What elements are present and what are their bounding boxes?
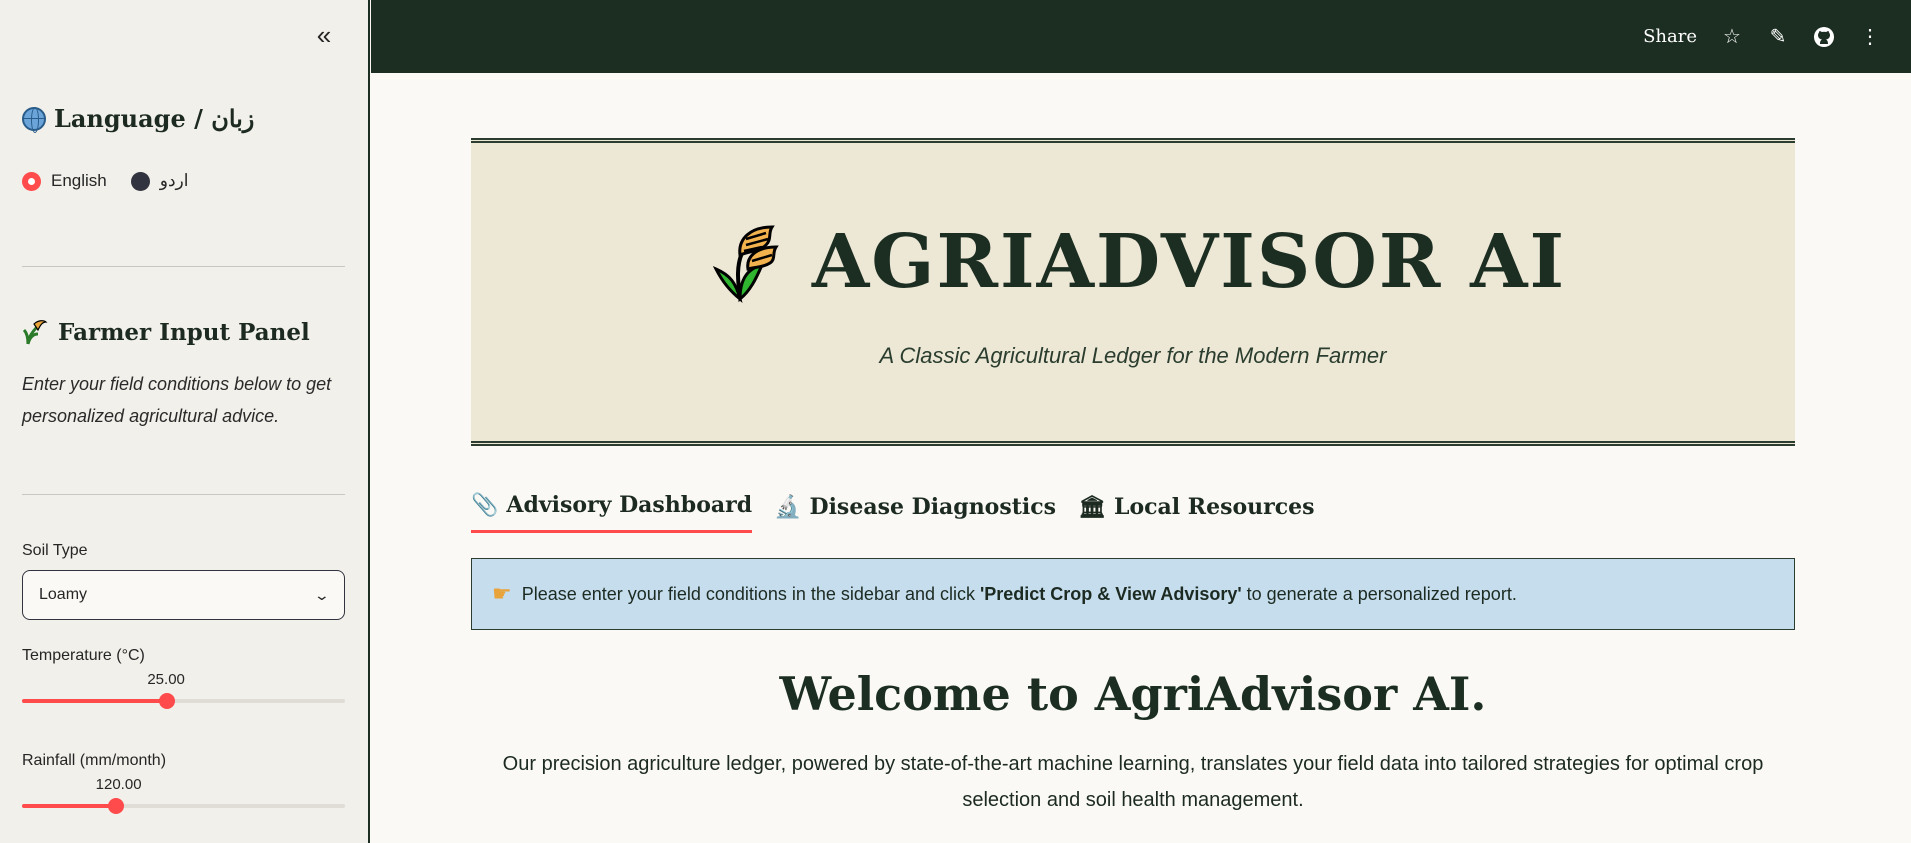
tab-local-resources[interactable]: 🏛 Local Resources xyxy=(1078,492,1314,533)
info-alert-text: Please enter your field conditions in th… xyxy=(522,584,1517,605)
pin-icon: 📎 xyxy=(471,492,499,518)
info-alert: ☛ Please enter your field conditions in … xyxy=(471,558,1795,630)
rainfall-slider-value: 120.00 xyxy=(95,776,142,793)
farmer-panel-description: Enter your field conditions below to get… xyxy=(22,374,332,426)
soil-type-value: Loamy xyxy=(39,586,88,603)
globe-icon xyxy=(22,106,46,133)
temperature-slider-fill xyxy=(22,699,168,703)
farmer-panel-heading: Farmer Input Panel xyxy=(22,318,310,346)
radio-english-label: English xyxy=(51,171,107,190)
radio-selected-indicator[interactable] xyxy=(22,171,41,191)
hero-title-row: AGRIADVISOR AI xyxy=(471,219,1795,305)
language-radio-group: English اردو xyxy=(22,171,188,191)
radio-urdu[interactable]: اردو xyxy=(130,171,189,191)
rainfall-slider-fill xyxy=(22,804,116,808)
sidebar-divider xyxy=(22,494,345,495)
wheat-icon xyxy=(712,225,779,303)
radio-unselected-indicator[interactable] xyxy=(130,171,150,191)
language-heading-label: Language / زبان xyxy=(54,104,255,133)
star-icon[interactable]: ☆ xyxy=(1721,26,1743,48)
hero-title: AGRIADVISOR AI xyxy=(811,219,1567,305)
bank-icon: 🏛 xyxy=(1078,493,1106,520)
pencil-icon[interactable]: ✎ xyxy=(1767,26,1789,48)
language-heading: Language / زبان xyxy=(22,104,254,133)
tab-advisory-dashboard[interactable]: 📎 Advisory Dashboard xyxy=(471,492,753,533)
temperature-slider[interactable] xyxy=(22,693,345,709)
tab-disease-diagnostics-label: Disease Diagnostics xyxy=(809,493,1057,520)
radio-urdu-label: اردو xyxy=(159,171,189,190)
collapse-sidebar-button[interactable]: « xyxy=(310,22,338,50)
tab-disease-diagnostics[interactable]: 🔬 Disease Diagnostics xyxy=(774,492,1056,533)
info-text-bold: 'Predict Crop & View Advisory' xyxy=(980,583,1242,604)
top-bar-actions: Share ☆ ✎ ⋮ xyxy=(1643,0,1881,73)
hero-banner: AGRIADVISOR AI A Classic Agricultural Le… xyxy=(471,138,1795,446)
sidebar-divider xyxy=(22,266,345,267)
top-bar: Share ☆ ✎ ⋮ xyxy=(371,0,1911,73)
tab-advisory-dashboard-label: Advisory Dashboard xyxy=(506,492,753,518)
chevron-down-icon: ⌄ xyxy=(313,586,331,603)
info-text-suffix: to generate a personalized report. xyxy=(1241,583,1517,604)
temperature-label: Temperature (°C) xyxy=(22,647,145,664)
welcome-heading: Welcome to AgriAdvisor AI. xyxy=(779,667,1487,721)
github-icon[interactable] xyxy=(1813,26,1835,48)
hero-subtitle: A Classic Agricultural Ledger for the Mo… xyxy=(879,343,1387,368)
pointing-hand-icon: ☛ xyxy=(492,581,512,606)
tab-local-resources-label: Local Resources xyxy=(1113,493,1315,520)
wheat-icon xyxy=(22,320,48,345)
temperature-slider-thumb[interactable] xyxy=(159,693,176,709)
rainfall-label: Rainfall (mm/month) xyxy=(22,752,167,769)
welcome-body: Our precision agriculture ledger, powere… xyxy=(502,753,1764,811)
more-vertical-icon[interactable]: ⋮ xyxy=(1859,26,1881,48)
share-button[interactable]: Share xyxy=(1643,26,1697,47)
temperature-slider-value: 25.00 xyxy=(147,671,185,688)
tab-bar: 📎 Advisory Dashboard 🔬 Disease Diagnosti… xyxy=(471,492,1315,533)
soil-type-label: Soil Type xyxy=(22,542,88,559)
sidebar: « Language / زبان English اردو Farmer In… xyxy=(0,0,370,843)
info-text-prefix: Please enter your field conditions in th… xyxy=(521,583,980,604)
rainfall-slider[interactable] xyxy=(22,798,345,814)
farmer-panel-heading-label: Farmer Input Panel xyxy=(58,318,310,346)
rainfall-slider-thumb[interactable] xyxy=(107,798,124,814)
radio-english[interactable]: English xyxy=(22,171,107,191)
microscope-icon: 🔬 xyxy=(774,493,802,520)
soil-type-select[interactable]: Loamy ⌄ xyxy=(22,570,345,620)
